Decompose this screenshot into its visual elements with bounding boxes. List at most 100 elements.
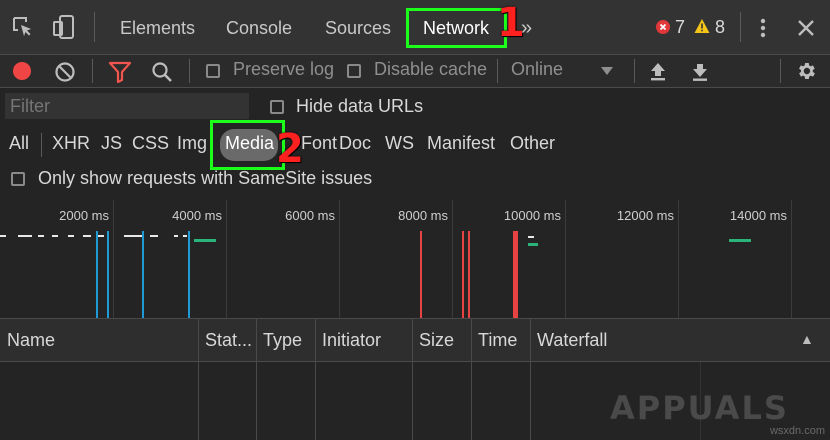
- toolbar-separator: [780, 59, 781, 83]
- hide-data-urls-checkbox[interactable]: [270, 100, 284, 114]
- preserve-log-checkbox[interactable]: [206, 64, 220, 78]
- warning-icon: [694, 18, 710, 34]
- disable-cache-checkbox[interactable]: [347, 64, 361, 78]
- chevron-down-icon[interactable]: [600, 65, 614, 77]
- column-header-type[interactable]: Type: [256, 319, 315, 361]
- timeline-tick-label: 10000 ms: [503, 208, 561, 223]
- timeline-request-mark: [528, 236, 534, 238]
- filter-type-ws[interactable]: WS: [385, 133, 414, 154]
- samesite-checkbox[interactable]: [11, 172, 25, 186]
- clear-icon[interactable]: [54, 61, 76, 83]
- column-header-initiator[interactable]: Initiator: [315, 319, 412, 361]
- timeline-request-mark: [83, 235, 91, 237]
- network-tab-highlight: [406, 8, 507, 48]
- column-header-waterfall[interactable]: Waterfall: [530, 319, 830, 361]
- toolbar-separator: [92, 59, 93, 83]
- timeline-tick-label: 2000 ms: [59, 208, 109, 223]
- tab-elements[interactable]: Elements: [120, 0, 195, 54]
- filter-type-all[interactable]: All: [9, 133, 29, 154]
- column-separator: [412, 319, 413, 440]
- gear-icon[interactable]: [794, 59, 818, 83]
- record-icon[interactable]: [12, 61, 32, 81]
- timeline-overview[interactable]: 2000 ms 4000 ms 6000 ms 8000 ms 10000 ms…: [0, 200, 830, 319]
- timeline-gridline: [678, 200, 679, 318]
- timeline-request-mark: [150, 235, 158, 237]
- timeline-request-mark: [0, 235, 6, 237]
- appuals-watermark: APPUALS wsxdn.com: [610, 385, 825, 437]
- filter-type-font[interactable]: Font: [301, 133, 337, 154]
- sort-ascending-icon[interactable]: ▲: [800, 331, 814, 347]
- filter-type-img[interactable]: Img: [177, 133, 207, 154]
- download-icon[interactable]: [690, 59, 710, 83]
- watermark-site: wsxdn.com: [769, 425, 825, 437]
- search-icon[interactable]: [150, 60, 174, 84]
- column-separator: [315, 319, 316, 440]
- timeline-request-mark: [107, 231, 109, 318]
- column-header-time[interactable]: Time: [471, 319, 530, 361]
- timeline-gridline: [226, 200, 227, 318]
- column-separator: [471, 319, 472, 440]
- error-count[interactable]: 7: [675, 17, 685, 38]
- timeline-request-mark: [38, 235, 44, 237]
- inspect-element-icon[interactable]: [10, 13, 36, 41]
- filter-input[interactable]: [5, 93, 249, 119]
- column-header-name[interactable]: Name: [0, 319, 198, 361]
- network-toolbar: Preserve log Disable cache Online: [0, 55, 830, 88]
- watermark-text: APPUALS: [610, 389, 789, 427]
- devtools-tabbar: Elements Console Sources Network 1 » 7 8: [0, 0, 830, 55]
- column-header-status[interactable]: Stat...: [198, 319, 256, 361]
- step-number-2: 2: [276, 126, 304, 172]
- timeline-gridline: [565, 200, 566, 318]
- timeline-request-mark: [468, 231, 470, 318]
- filter-type-doc[interactable]: Doc: [339, 133, 371, 154]
- column-header-size[interactable]: Size: [412, 319, 471, 361]
- timeline-request-mark: [174, 235, 178, 237]
- timeline-request-mark: [18, 235, 32, 237]
- timeline-gridline: [113, 200, 114, 318]
- filter-type-css[interactable]: CSS: [132, 133, 169, 154]
- timeline-request-mark: [188, 231, 190, 318]
- timeline-tick-label: 4000 ms: [172, 208, 222, 223]
- error-icon: [656, 20, 670, 34]
- filter-type-xhr[interactable]: XHR: [52, 133, 90, 154]
- hide-data-urls-label: Hide data URLs: [296, 96, 424, 116]
- timeline-request-mark: [194, 239, 216, 242]
- timeline-request-mark: [528, 243, 538, 246]
- more-tabs-button[interactable]: »: [521, 0, 532, 54]
- timeline-request-mark: [462, 231, 464, 318]
- tab-console[interactable]: Console: [226, 0, 292, 54]
- requests-table-header: Name Stat... Type Initiator Size Time Wa…: [0, 319, 830, 362]
- timeline-request-mark: [68, 235, 74, 237]
- filter-type-manifest[interactable]: Manifest: [427, 133, 495, 154]
- filter-type-other[interactable]: Other: [510, 133, 555, 154]
- close-icon[interactable]: [796, 18, 816, 38]
- disable-cache-label: Disable cache: [374, 59, 488, 79]
- toolbar-separator: [94, 12, 95, 42]
- toolbar-separator: [497, 59, 498, 83]
- device-toolbar-icon[interactable]: [50, 13, 78, 41]
- upload-icon[interactable]: [648, 59, 668, 83]
- timeline-request-mark: [513, 231, 518, 318]
- column-separator: [530, 319, 531, 440]
- timeline-request-mark: [96, 231, 98, 318]
- filter-icon[interactable]: [108, 61, 132, 83]
- timeline-request-mark: [124, 235, 144, 237]
- more-options-icon[interactable]: [756, 17, 770, 39]
- filter-type-js[interactable]: JS: [101, 133, 122, 154]
- timeline-request-mark: [729, 239, 751, 242]
- timeline-tick-label: 6000 ms: [285, 208, 335, 223]
- samesite-label: Only show requests with SameSite issues: [38, 168, 373, 188]
- filter-separator: [41, 133, 42, 157]
- preserve-log-label: Preserve log: [233, 59, 335, 79]
- timeline-request-mark: [420, 231, 422, 318]
- timeline-gridline: [452, 200, 453, 318]
- warning-count[interactable]: 8: [715, 17, 725, 38]
- column-separator: [256, 319, 257, 440]
- tab-sources[interactable]: Sources: [325, 0, 391, 54]
- media-highlight: [210, 120, 285, 170]
- toolbar-separator: [634, 59, 635, 83]
- throttling-select[interactable]: Online: [511, 59, 563, 80]
- toolbar-separator: [189, 59, 190, 83]
- timeline-request-mark: [183, 235, 187, 237]
- timeline-gridline: [339, 200, 340, 318]
